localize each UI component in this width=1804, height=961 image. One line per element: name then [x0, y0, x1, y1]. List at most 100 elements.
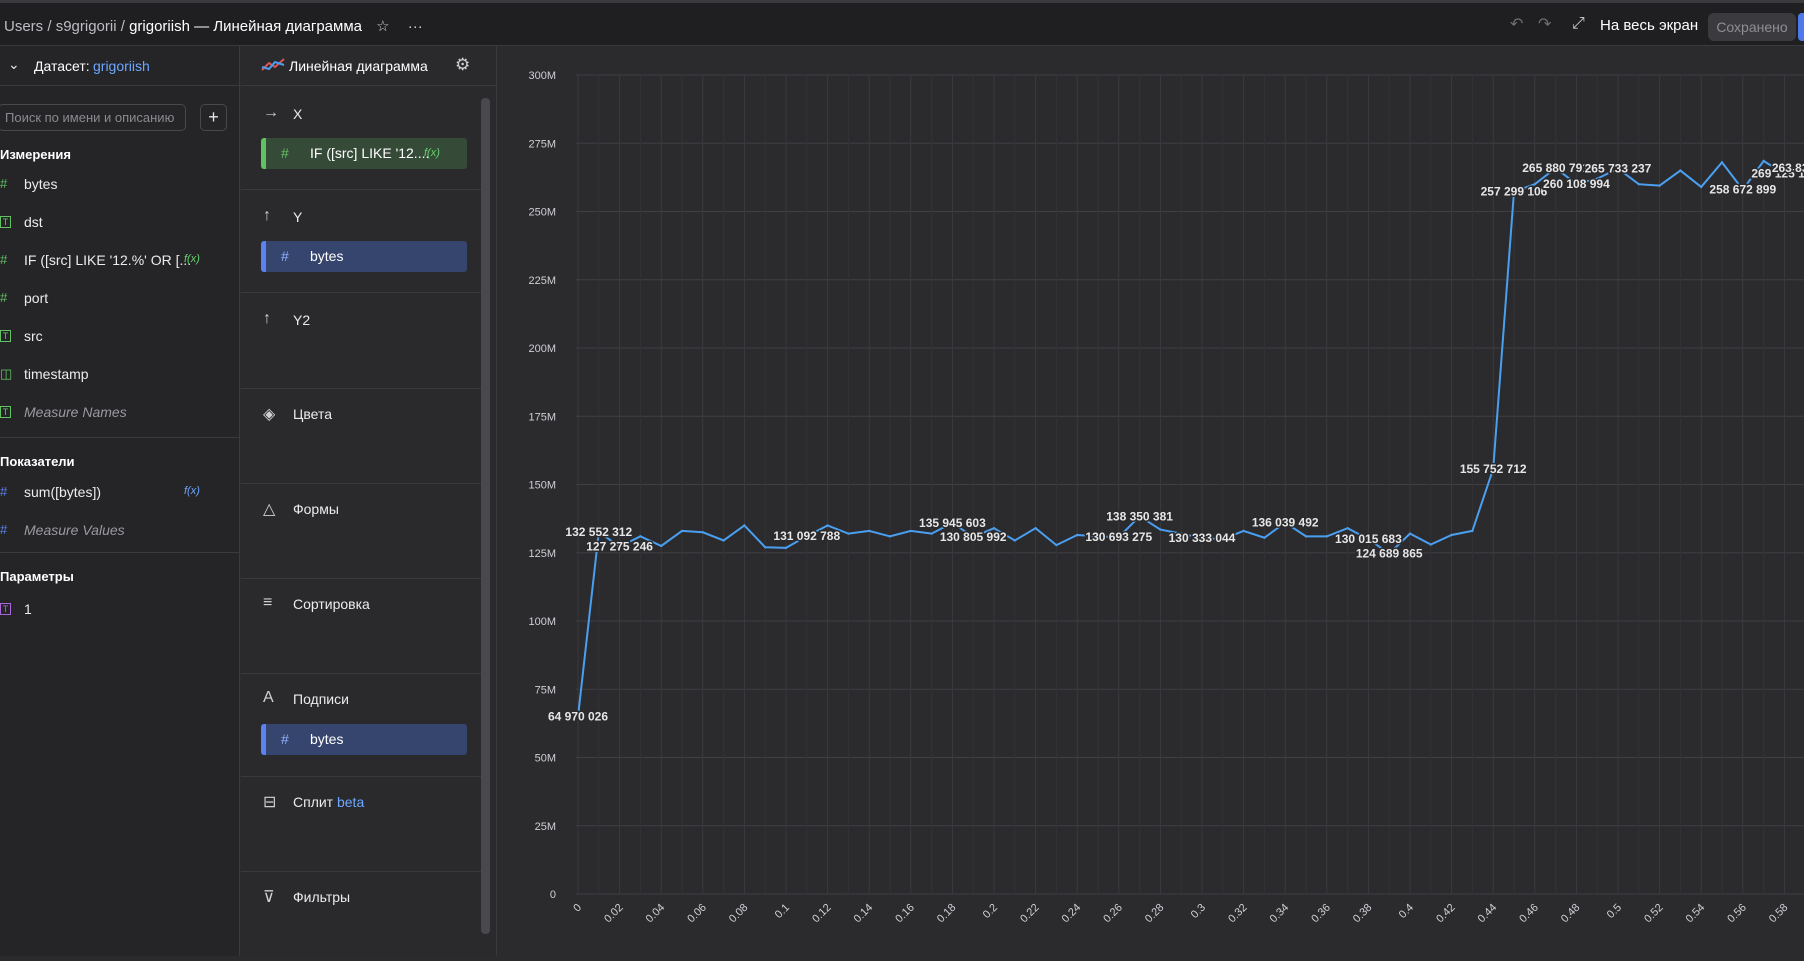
slot-shapes[interactable]: △ Формы	[241, 483, 481, 579]
x-tick-label: 0.46	[1517, 902, 1541, 926]
more-icon[interactable]: ···	[408, 18, 423, 35]
add-field-button[interactable]: +	[200, 104, 227, 131]
undo-icon[interactable]: ↶	[1510, 14, 1523, 34]
text-icon: T	[0, 406, 11, 418]
data-point	[1471, 529, 1474, 533]
x-tick-label: 0.44	[1476, 902, 1500, 926]
breadcrumb-folder[interactable]: s9grigorii /	[56, 18, 125, 35]
param-field-item[interactable]: T1	[0, 599, 240, 621]
x-field-chip[interactable]: # IF ([src] LIKE '12.... f(x)	[261, 138, 467, 169]
x-field-label: IF ([src] LIKE '12....	[310, 145, 430, 161]
redo-icon[interactable]: ↷	[1538, 14, 1551, 34]
star-icon[interactable]: ☆	[376, 18, 389, 35]
y-tick-label: 300M	[528, 70, 556, 82]
slot-split[interactable]: ⊟ Сплит beta	[241, 776, 481, 872]
slot-sort[interactable]: ≡ Сортировка	[241, 578, 481, 674]
fullscreen-button[interactable]: На весь экран	[1600, 17, 1698, 34]
dimension-field-item[interactable]: # port	[0, 288, 240, 310]
wizard-panel: Линейная диаграмма ⚙ → X # IF ([src] LIK…	[241, 46, 497, 956]
slot-y2[interactable]: ↑ Y2	[241, 292, 481, 389]
split-label: Сплит	[293, 794, 334, 810]
dataset-panel: ⌄ Датасет: grigoriish Поиск по имени и о…	[0, 46, 240, 956]
dimension-field-item[interactable]: Tsrc	[0, 326, 240, 348]
data-label: 124 689 865	[1356, 547, 1423, 561]
top-bar: Users / s9grigorii / grigoriish — Линейн…	[0, 0, 1804, 46]
data-point	[743, 524, 746, 527]
slot-split-title: Сплит beta	[293, 794, 364, 810]
y-field-label: bytes	[310, 248, 344, 264]
arrow-up-icon: ↑	[263, 310, 271, 327]
y-tick-label: 275M	[528, 138, 556, 150]
dataset-link[interactable]: grigoriish	[93, 58, 150, 74]
data-point	[1304, 535, 1308, 538]
slot-shapes-title: Формы	[293, 501, 339, 517]
data-label: 138 350 381	[1106, 509, 1173, 523]
x-tick-label: 0.12	[810, 902, 834, 926]
dimension-field-label: dst	[24, 214, 43, 230]
data-point	[1679, 169, 1682, 172]
chart-type-header[interactable]: Линейная диаграмма ⚙	[241, 46, 497, 86]
divider	[0, 437, 240, 438]
data-point	[868, 529, 871, 533]
x-tick-label: 0.5	[1605, 902, 1624, 921]
chevron-down-icon[interactable]: ⌄	[8, 56, 20, 73]
slot-labels-title: Подписи	[293, 691, 349, 707]
dimension-field-item[interactable]: T Measure Names	[0, 402, 240, 424]
x-tick-label: 0	[571, 902, 584, 915]
filter-icon: ⊽	[263, 889, 275, 906]
x-tick-label: 0.1	[773, 902, 792, 921]
slot-x[interactable]: → X # IF ([src] LIKE '12.... f(x)	[241, 86, 481, 190]
y-field-chip[interactable]: # bytes	[261, 241, 467, 272]
series-line	[577, 159, 1804, 717]
labels-field-chip[interactable]: # bytes	[261, 724, 467, 755]
dataset-header[interactable]: ⌄ Датасет: grigoriish	[0, 46, 240, 86]
measure-field-item[interactable]: # sum([bytes]) f(x)	[0, 482, 240, 504]
x-tick-label: 0.34	[1268, 902, 1292, 926]
x-tick-label: 0.28	[1143, 902, 1167, 926]
measures-heading: Показатели	[0, 454, 75, 469]
data-label: 130 693 275	[1085, 530, 1152, 544]
save-menu-button[interactable]	[1798, 13, 1804, 41]
x-tick-label: 0.2	[981, 902, 1000, 921]
x-tick-label: 0.08	[727, 902, 751, 926]
dimension-field-label: bytes	[24, 176, 58, 192]
x-tick-label: 0.54	[1684, 902, 1708, 926]
x-tick-label: 0.3	[1189, 902, 1208, 921]
data-point	[1242, 529, 1245, 533]
slot-colors[interactable]: ◈ Цвета	[241, 388, 481, 484]
dimension-field-item[interactable]: # IF ([src] LIKE '12.%' OR [... f(x)	[0, 250, 240, 272]
x-tick-label: 0.22	[1018, 902, 1042, 926]
label-icon: A	[263, 689, 274, 706]
data-label: 130 015 683	[1335, 532, 1402, 546]
search-input[interactable]: Поиск по имени и описанию	[0, 104, 186, 131]
slot-labels[interactable]: A Подписи # bytes	[241, 673, 481, 777]
data-point	[1720, 161, 1724, 164]
scrollbar[interactable]	[481, 98, 490, 934]
breadcrumb-users[interactable]: Users /	[4, 18, 52, 35]
x-tick-label: 0.58	[1767, 902, 1791, 926]
y-tick-label: 250M	[528, 207, 556, 219]
saved-button[interactable]: Сохранено	[1708, 13, 1796, 41]
dimension-field-item[interactable]: Tdst	[0, 212, 240, 234]
slot-colors-title: Цвета	[293, 406, 332, 422]
slot-y[interactable]: ↑ Y # bytes	[241, 189, 481, 293]
y-tick-label: 150M	[528, 480, 556, 492]
slot-x-title: X	[293, 106, 303, 122]
dimension-field-item[interactable]: ◫ timestamp	[0, 364, 240, 386]
dimension-field-item[interactable]: # bytes	[0, 174, 240, 196]
number-icon: #	[0, 290, 8, 305]
slot-filters[interactable]: ⊽ Фильтры	[241, 871, 481, 956]
number-icon: #	[0, 484, 8, 499]
data-label: 155 752 712	[1460, 462, 1527, 476]
dimension-field-label: IF ([src] LIKE '12.%' OR [...	[24, 252, 192, 268]
data-label: 263 832 579	[1772, 161, 1804, 175]
data-point	[888, 535, 892, 538]
x-tick-label: 0.4	[1397, 902, 1416, 921]
fullscreen-icon[interactable]: ⤢	[1572, 15, 1585, 33]
measure-field-item[interactable]: # Measure Values	[0, 520, 240, 542]
gear-icon[interactable]: ⚙	[455, 55, 470, 75]
data-point	[1013, 539, 1016, 542]
dimension-field-label: src	[24, 328, 43, 344]
data-label: 257 299 106	[1481, 185, 1548, 199]
dimension-field-label: timestamp	[24, 366, 89, 382]
